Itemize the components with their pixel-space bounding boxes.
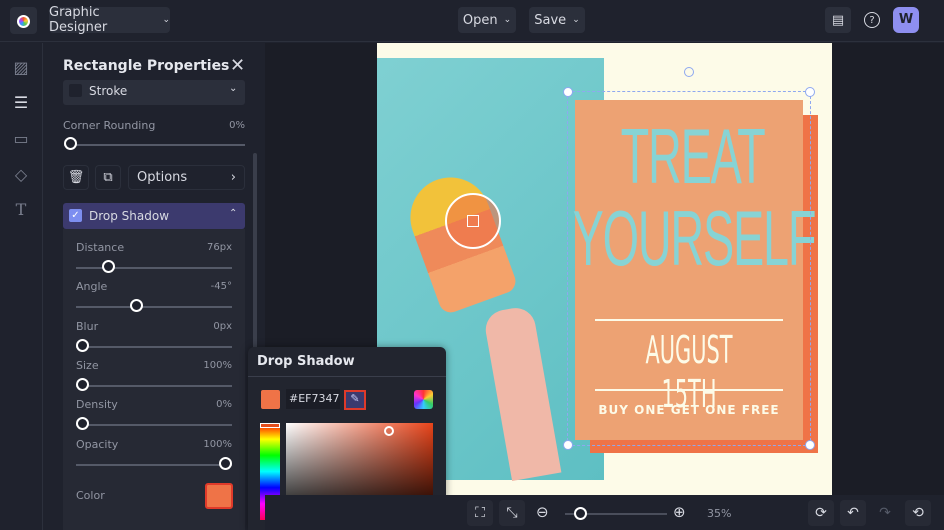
color-wheel-icon[interactable] [414, 390, 433, 409]
resize-handle[interactable] [563, 87, 573, 97]
angle-slider[interactable] [76, 299, 232, 313]
color-swatch-button[interactable] [205, 483, 233, 509]
shapes-icon[interactable]: ◇ [12, 166, 30, 184]
chevron-down-icon: ⌄ [572, 15, 580, 25]
resize-handle[interactable] [805, 87, 815, 97]
bottom-bar: ⛶ ⤡ ⊖ ⊕ 35% ⟳ ↶ ↷ ⟲ [265, 495, 944, 530]
distance-slider[interactable] [76, 260, 232, 273]
slider-handle[interactable] [76, 377, 89, 391]
adjust-sliders-icon[interactable]: ☰ [12, 94, 30, 112]
opacity-value: 100% [203, 438, 232, 450]
hue-handle[interactable] [260, 423, 280, 428]
close-icon[interactable]: ✕ [230, 55, 245, 76]
save-label: Save [534, 12, 567, 28]
blur-slider[interactable] [76, 338, 232, 352]
avatar[interactable]: W [893, 7, 919, 33]
redo-icon[interactable]: ↷ [872, 500, 898, 526]
chevron-right-icon: › [230, 170, 236, 185]
drop-shadow-section[interactable]: ✓ Drop Shadow ⌃ [63, 203, 245, 229]
saturation-handle[interactable] [384, 426, 394, 436]
zoom-in-icon[interactable]: ⊕ [673, 503, 686, 521]
chevron-down-icon: ⌄ [162, 15, 170, 25]
drop-shadow-checkbox[interactable]: ✓ [69, 209, 82, 222]
chevron-down-icon: ⌄ [503, 15, 512, 25]
duplicate-icon: ⧉ [103, 170, 113, 185]
duplicate-button[interactable]: ⧉ [95, 165, 121, 190]
density-label: Density [76, 398, 118, 412]
popover-title: Drop Shadow [257, 354, 355, 369]
panel-title: Rectangle Properties [63, 58, 230, 74]
size-slider[interactable] [76, 377, 232, 391]
image-icon[interactable]: ▨ [12, 59, 30, 77]
options-button[interactable]: Options › [128, 165, 245, 190]
eyedropper-icon[interactable]: ✎ [344, 390, 366, 410]
resize-handle[interactable] [563, 440, 573, 450]
current-color-swatch [261, 390, 280, 409]
slider-handle[interactable] [64, 137, 77, 150]
text-icon[interactable]: T [12, 201, 30, 219]
distance-label: Distance [76, 241, 125, 254]
fit-screen-icon[interactable]: ⛶ [467, 500, 493, 526]
size-value: 100% [203, 359, 232, 371]
options-label: Options [137, 170, 188, 185]
hex-input[interactable]: #EF7347 [286, 389, 340, 409]
hand-image [482, 304, 562, 482]
slider-handle[interactable] [76, 338, 89, 352]
shrink-icon[interactable]: ⤡ [499, 500, 525, 526]
corner-rounding-label: Corner Rounding [63, 119, 156, 132]
open-button[interactable]: Open ⌄ [458, 7, 516, 33]
help-icon[interactable]: ? [859, 7, 885, 33]
open-label: Open [462, 12, 498, 28]
color-picker-loupe [445, 193, 501, 249]
save-button[interactable]: Save ⌄ [529, 7, 585, 33]
comments-icon[interactable]: ▤ [825, 7, 851, 33]
chevron-down-icon: ⌄ [229, 83, 238, 94]
density-value: 0% [216, 399, 232, 411]
corner-rounding-slider[interactable] [64, 137, 245, 150]
slider-handle[interactable] [101, 260, 115, 273]
undo-icon[interactable]: ↶ [840, 500, 866, 526]
stroke-checkbox[interactable] [69, 84, 82, 97]
zoom-slider[interactable] [565, 507, 667, 520]
drop-shadow-label: Drop Shadow [89, 209, 170, 223]
top-bar: Graphic Designer ⌄ Open ⌄ Save ⌄ ▤ ? W [0, 0, 944, 42]
selection-box [563, 67, 815, 450]
app-menu-label: Graphic Designer [49, 5, 108, 35]
delete-button[interactable]: 🗑 [63, 165, 89, 190]
refresh-icon[interactable]: ⟳ [808, 500, 834, 526]
color-label: Color [76, 489, 105, 502]
app-menu-button[interactable]: Graphic Designer ⌄ [49, 5, 170, 35]
background-icon[interactable]: ▭ [12, 130, 30, 148]
rotate-handle[interactable] [684, 67, 694, 77]
stroke-section[interactable]: Stroke ⌄ [63, 80, 245, 105]
size-label: Size [76, 358, 99, 372]
zoom-level: 35% [707, 507, 732, 520]
zoom-handle[interactable] [574, 507, 587, 520]
blur-label: Blur [76, 319, 99, 333]
zoom-out-icon[interactable]: ⊖ [536, 503, 549, 521]
density-slider[interactable] [76, 417, 232, 431]
blur-value: 0px [213, 320, 232, 332]
chevron-up-icon: ⌃ [229, 208, 238, 219]
history-icon[interactable]: ⟲ [905, 500, 931, 526]
opacity-label: Opacity [76, 437, 119, 451]
properties-panel: Rectangle Properties ✕ Stroke ⌄ Corner R… [44, 43, 264, 530]
corner-rounding-value: 0% [229, 120, 245, 131]
distance-value: 76px [207, 242, 232, 253]
resize-handle[interactable] [805, 440, 815, 450]
slider-handle[interactable] [219, 456, 232, 470]
opacity-slider[interactable] [76, 456, 232, 470]
tool-rail: ▨ ☰ ▭ ◇ T [0, 43, 43, 530]
angle-value: -45° [210, 281, 232, 293]
app-logo[interactable] [10, 7, 37, 34]
angle-label: Angle [76, 280, 108, 294]
stroke-label: Stroke [89, 84, 128, 98]
trash-icon: 🗑 [67, 170, 85, 185]
